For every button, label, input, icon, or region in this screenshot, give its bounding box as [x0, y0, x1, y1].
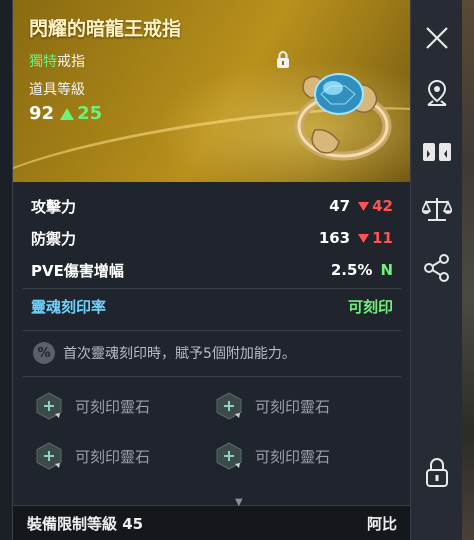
socket-slot[interactable]: 可刻印靈石: [215, 442, 395, 470]
share-icon: [424, 254, 449, 282]
stat-value: 2.5%: [330, 261, 373, 279]
stat-diff: 11: [358, 229, 393, 247]
divider: [23, 376, 401, 377]
soul-engrave-row: 靈魂刻印率 可刻印: [31, 296, 393, 317]
class-restriction: 阿比: [366, 514, 397, 533]
lock-icon: [426, 458, 448, 487]
item-level-label: 道具等級: [29, 82, 85, 98]
item-footer: ▼ 裝備限制等級 45 阿比: [13, 497, 411, 540]
item-level: 92 25: [29, 103, 102, 124]
stat-row-attack: 攻擊力 47 42: [13, 190, 411, 222]
socket-label: 可刻印靈石: [255, 447, 331, 466]
socket-slot[interactable]: 可刻印靈石: [215, 392, 395, 420]
appraise-button[interactable]: [411, 184, 463, 236]
map-pin-icon: [427, 79, 447, 106]
stat-value: 163: [318, 229, 351, 247]
locate-button[interactable]: [411, 68, 463, 120]
stat-diff-value: 42: [372, 197, 393, 215]
percent-icon: %: [33, 342, 55, 364]
item-type: 戒指: [57, 54, 85, 70]
bonus-note: % 首次靈魂刻印時，賦予5個附加能力。: [33, 342, 296, 364]
item-level-up-value: 25: [77, 103, 103, 124]
add-stone-icon: [216, 392, 242, 420]
stat-value: 47: [329, 197, 351, 215]
soul-engrave-label: 靈魂刻印率: [31, 298, 107, 316]
compare-button[interactable]: [411, 126, 463, 178]
socket-slot[interactable]: 可刻印靈石: [35, 392, 215, 420]
add-stone-icon: [36, 442, 62, 470]
arrow-down-icon: [358, 201, 370, 211]
compare-icon: [423, 143, 451, 161]
item-level-value: 92: [29, 103, 55, 124]
socket-slot[interactable]: 可刻印靈石: [35, 442, 215, 470]
bonus-text: 首次靈魂刻印時，賦予5個附加能力。: [63, 346, 296, 362]
game-background: [462, 0, 474, 540]
item-name: 閃耀的暗龍王戒指: [29, 18, 182, 40]
stat-diff: 42: [358, 197, 393, 215]
scale-icon: [422, 198, 452, 221]
socket-label: 可刻印靈石: [75, 397, 151, 416]
action-column: [410, 0, 462, 540]
stat-label: 攻擊力: [31, 197, 77, 216]
socket-grid: 可刻印靈石 可刻印靈石 可刻印靈石 可刻印靈石: [35, 392, 395, 470]
stat-label: PVE傷害增幅: [31, 261, 124, 280]
close-icon: [426, 27, 448, 49]
socket-label: 可刻印靈石: [255, 397, 331, 416]
arrow-down-icon: [358, 233, 370, 243]
arrow-up-icon: [60, 107, 75, 120]
chevron-down-icon[interactable]: ▼: [235, 497, 243, 508]
level-requirement: 裝備限制等級 45: [27, 514, 144, 533]
stat-diff-value: 11: [372, 229, 393, 247]
add-stone-icon: [36, 392, 62, 420]
ring-item-image: [294, 73, 392, 161]
item-rarity: 獨特: [29, 54, 57, 70]
lock-button[interactable]: [411, 446, 463, 498]
soul-engrave-value: 可刻印: [347, 298, 393, 316]
stats-list: 攻擊力 47 42 防禦力 163 11 PVE傷害增幅 2.5% N: [13, 190, 411, 286]
item-level-up: 25: [60, 103, 102, 124]
socket-label: 可刻印靈石: [75, 447, 151, 466]
stat-row-pve-damage: PVE傷害增幅 2.5% N: [13, 254, 411, 286]
item-rarity-type: 獨特戒指: [29, 51, 85, 71]
item-tooltip-panel: 閃耀的暗龍王戒指 獨特戒指 道具等級 92 25 攻擊力 47 42 防禦力 1…: [12, 0, 411, 540]
add-stone-icon: [216, 442, 242, 470]
stat-row-defense: 防禦力 163 11: [13, 222, 411, 254]
stat-label: 防禦力: [31, 229, 77, 248]
divider: [23, 330, 401, 331]
close-button[interactable]: [411, 12, 463, 64]
divider: [23, 288, 401, 289]
share-button[interactable]: [411, 242, 463, 294]
new-badge: N: [380, 261, 393, 279]
item-header: 閃耀的暗龍王戒指 獨特戒指 道具等級 92 25: [13, 0, 411, 182]
